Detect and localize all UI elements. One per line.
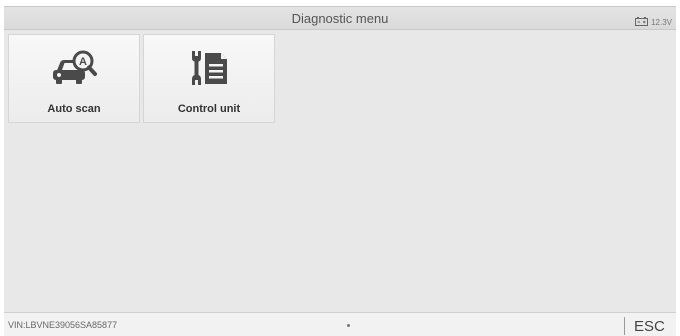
auto-scan-label: Auto scan: [47, 103, 101, 115]
battery-voltage: 12.3V: [651, 17, 672, 27]
page-indicator-dot: [347, 324, 350, 327]
menu-area: A Auto scan Control unit: [4, 30, 676, 312]
diagnostic-screen: Diagnostic menu 12.3V A Auto scan Contro…: [0, 0, 680, 336]
esc-button[interactable]: ESC: [634, 318, 665, 335]
auto-scan-button[interactable]: A Auto scan: [8, 34, 140, 123]
svg-text:A: A: [79, 56, 87, 68]
divider: [624, 317, 625, 335]
control-unit-label: Control unit: [177, 103, 241, 115]
status-bar: VIN:LBVNE39056SA85877 ESC: [4, 312, 676, 336]
page-title: Diagnostic menu: [291, 11, 389, 26]
vin-text: VIN:LBVNE39056SA85877: [8, 320, 118, 330]
wrench-document-icon: [144, 49, 274, 87]
battery-status: 12.3V: [635, 13, 672, 31]
car-auto-scan-icon: A: [9, 49, 139, 87]
control-unit-button[interactable]: Control unit: [143, 34, 275, 123]
battery-icon: [635, 13, 649, 31]
title-bar: Diagnostic menu 12.3V: [4, 6, 676, 30]
